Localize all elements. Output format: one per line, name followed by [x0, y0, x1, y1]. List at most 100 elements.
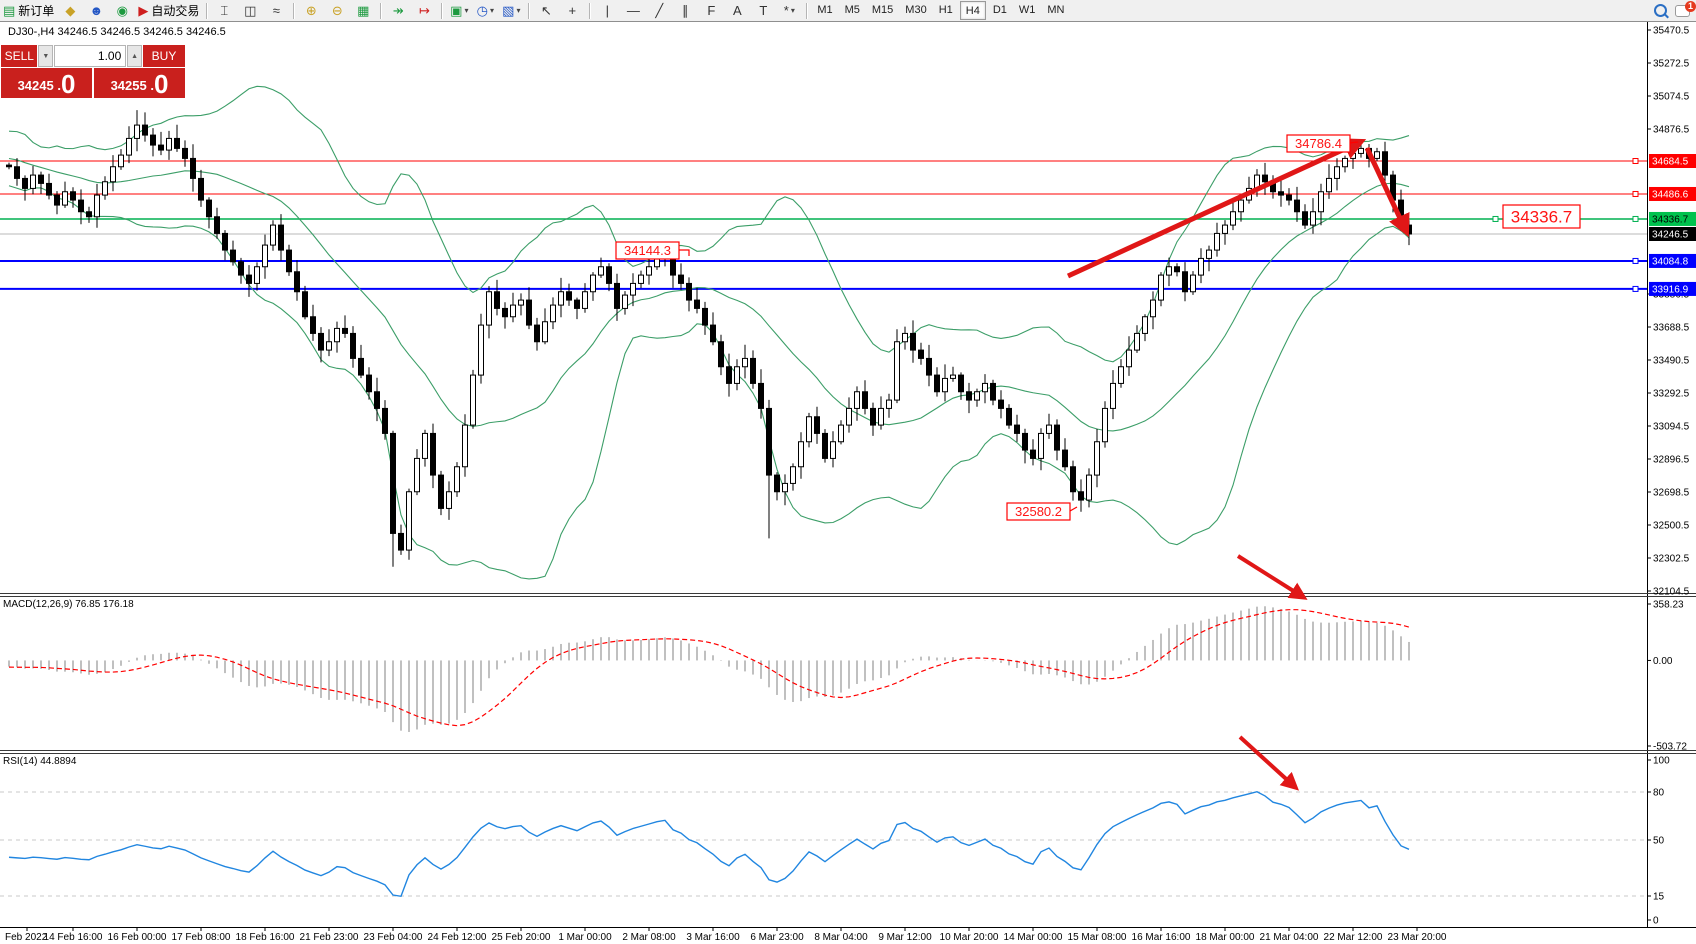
- chevron-down-icon: ▾: [490, 6, 494, 15]
- sell-button[interactable]: SELL: [1, 45, 37, 67]
- svg-text:15: 15: [1653, 892, 1665, 903]
- timeframe-group: M1M5M15M30H1H4D1W1MN: [811, 1, 1070, 20]
- autotrading-label: 自动交易: [151, 2, 199, 19]
- text-label-button[interactable]: T: [751, 1, 775, 20]
- text-icon: A: [733, 4, 742, 17]
- svg-text:34144.3: 34144.3: [624, 243, 671, 258]
- line-chart-button[interactable]: ≈: [264, 1, 288, 20]
- svg-text:21 Mar 04:00: 21 Mar 04:00: [1260, 932, 1319, 943]
- buy-button[interactable]: BUY: [143, 45, 185, 67]
- svg-text:34336.7: 34336.7: [1511, 208, 1572, 227]
- fibonacci-button[interactable]: F: [699, 1, 723, 20]
- bar-chart-button[interactable]: ⌶: [212, 1, 236, 20]
- svg-text:34084.8: 34084.8: [1652, 256, 1689, 267]
- timeframe-d1[interactable]: D1: [988, 1, 1012, 18]
- templates-button[interactable]: ▧ ▾: [499, 1, 523, 20]
- timeframe-m1[interactable]: M1: [812, 1, 837, 18]
- svg-text:34876.5: 34876.5: [1653, 125, 1690, 136]
- svg-text:32896.5: 32896.5: [1653, 455, 1690, 466]
- svg-text:33688.5: 33688.5: [1653, 323, 1690, 334]
- svg-text:32104.5: 32104.5: [1653, 587, 1690, 598]
- rsi-panel: [0, 792, 1647, 897]
- cube-icon: ◆: [65, 4, 75, 17]
- svg-text:33490.5: 33490.5: [1653, 356, 1690, 367]
- svg-text:23 Mar 20:00: 23 Mar 20:00: [1388, 932, 1447, 943]
- chat-icon[interactable]: 1: [1675, 5, 1690, 17]
- periods-button[interactable]: ◷ ▾: [473, 1, 497, 20]
- svg-text:100: 100: [1653, 756, 1670, 767]
- svg-text:35272.5: 35272.5: [1653, 59, 1690, 70]
- timeframe-w1[interactable]: W1: [1014, 1, 1041, 18]
- cursor-icon: ↖: [541, 4, 552, 17]
- notification-badge: 1: [1685, 1, 1696, 12]
- timeframe-m5[interactable]: M5: [840, 1, 865, 18]
- chevron-down-icon: ▾: [464, 6, 468, 15]
- chart-canvas: 35470.535272.535074.534876.533886.533688…: [0, 0, 1696, 944]
- svg-text:6 Mar 23:00: 6 Mar 23:00: [750, 932, 804, 943]
- shapes-button[interactable]: * ▾: [777, 1, 801, 20]
- svg-text:24 Feb 12:00: 24 Feb 12:00: [428, 932, 487, 943]
- buy-price-big-digit: 0: [154, 71, 168, 97]
- trend-arrow[interactable]: [1240, 737, 1295, 787]
- auto-scroll-button[interactable]: ↠: [386, 1, 410, 20]
- timeframe-mn[interactable]: MN: [1042, 1, 1069, 18]
- search-icon[interactable]: [1654, 4, 1667, 17]
- signal-icon: ◉: [117, 4, 128, 17]
- buy-price[interactable]: 34255 .0: [94, 68, 185, 98]
- svg-text:32500.5: 32500.5: [1653, 521, 1690, 532]
- channel-button[interactable]: ∥: [673, 1, 697, 20]
- community-button[interactable]: ☻: [84, 1, 108, 20]
- toolbar-separator: [806, 3, 807, 19]
- templates-icon: ▧: [502, 4, 514, 17]
- crosshair-button[interactable]: +: [560, 1, 584, 20]
- svg-text:35074.5: 35074.5: [1653, 92, 1690, 103]
- chart-shift-icon: ↦: [419, 4, 430, 17]
- zoom-in-icon: ⊕: [306, 4, 317, 17]
- toolbar-separator: [441, 3, 442, 19]
- zoom-out-button[interactable]: ⊖: [325, 1, 349, 20]
- annotation-arrows[interactable]: [1068, 142, 1406, 787]
- toolbar-separator: [293, 3, 294, 19]
- horizontal-line-button[interactable]: —: [621, 1, 645, 20]
- svg-text:18 Feb 16:00: 18 Feb 16:00: [236, 932, 295, 943]
- svg-text:3 Mar 16:00: 3 Mar 16:00: [686, 932, 740, 943]
- timeframe-m30[interactable]: M30: [900, 1, 931, 18]
- svg-text:80: 80: [1653, 788, 1665, 799]
- svg-text:0.00: 0.00: [1653, 656, 1673, 667]
- candlestick-chart-button[interactable]: ◫: [238, 1, 262, 20]
- chevron-down-icon: ▾: [516, 6, 520, 15]
- clock-icon: ◷: [477, 4, 488, 17]
- timeframe-h4[interactable]: H4: [960, 1, 986, 20]
- vertical-line-button[interactable]: |: [595, 1, 619, 20]
- chart-shift-button[interactable]: ↦: [412, 1, 436, 20]
- new-chart-button[interactable]: ▣ ▾: [447, 1, 471, 20]
- time-axis-labels: Feb 202214 Feb 16:0016 Feb 00:0017 Feb 0…: [5, 927, 1447, 943]
- cube-button[interactable]: ◆: [58, 1, 82, 20]
- svg-text:35470.5: 35470.5: [1653, 26, 1690, 37]
- timeframe-m15[interactable]: M15: [867, 1, 898, 18]
- trend-arrow[interactable]: [1238, 556, 1303, 597]
- trendline-button[interactable]: ╱: [647, 1, 671, 20]
- svg-text:17 Feb 08:00: 17 Feb 08:00: [172, 932, 231, 943]
- timeframe-h1[interactable]: H1: [934, 1, 958, 18]
- candlestick-chart-icon: ◫: [244, 4, 256, 17]
- autotrading-button[interactable]: ▶ 自动交易: [136, 1, 201, 20]
- zoom-out-icon: ⊖: [332, 4, 343, 17]
- macd-indicator-label: MACD(12,26,9) 76.85 176.18: [3, 599, 134, 610]
- svg-text:21 Feb 23:00: 21 Feb 23:00: [300, 932, 359, 943]
- svg-text:Feb 2022: Feb 2022: [5, 932, 48, 943]
- tile-windows-button[interactable]: ▦: [351, 1, 375, 20]
- new-order-button[interactable]: ▤ 新订单: [1, 1, 56, 20]
- volume-decrease-button[interactable]: ▼: [38, 45, 53, 67]
- text-button[interactable]: A: [725, 1, 749, 20]
- signals-button[interactable]: ◉: [110, 1, 134, 20]
- trend-arrow[interactable]: [1068, 142, 1360, 276]
- zoom-in-button[interactable]: ⊕: [299, 1, 323, 20]
- volume-input[interactable]: [54, 45, 126, 67]
- cursor-button[interactable]: ↖: [534, 1, 558, 20]
- svg-text:32302.5: 32302.5: [1653, 554, 1690, 565]
- sell-price[interactable]: 34245 .0: [1, 68, 92, 98]
- buy-price-main: 34255 .: [111, 75, 154, 97]
- volume-increase-button[interactable]: ▲: [127, 45, 142, 67]
- crosshair-icon: +: [569, 4, 577, 17]
